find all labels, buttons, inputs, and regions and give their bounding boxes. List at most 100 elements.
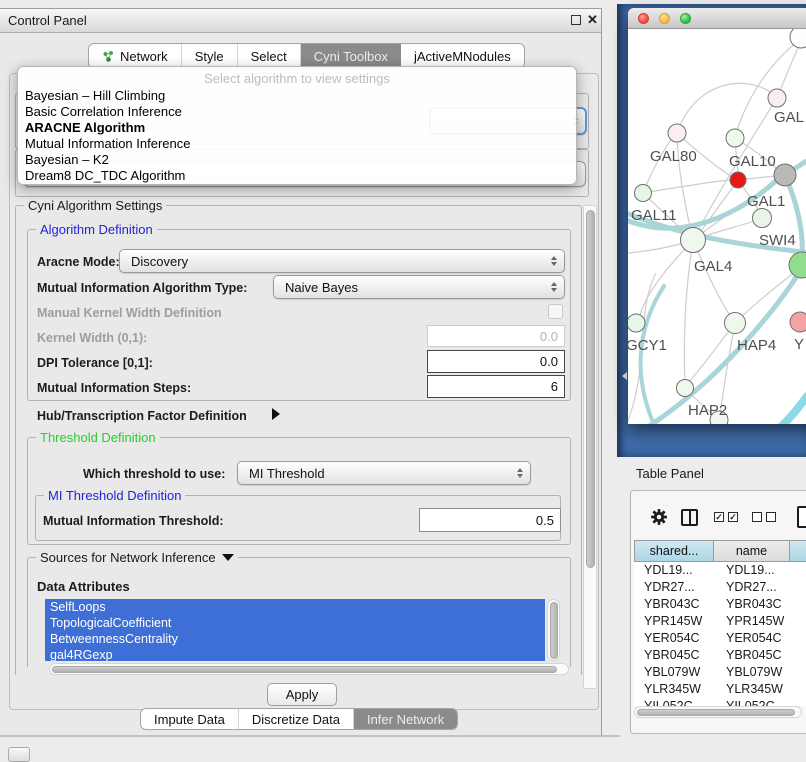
- algorithm-definition-title: Algorithm Definition: [36, 222, 157, 237]
- table-panel-title: Table Panel: [636, 466, 704, 481]
- gear-icon[interactable]: [650, 508, 668, 526]
- table-row[interactable]: YPR145W YPR145W 9.: [634, 613, 806, 630]
- node-hap2[interactable]: [677, 380, 694, 397]
- scrollbar-thumb[interactable]: [586, 210, 595, 568]
- close-traffic-light-icon[interactable]: [638, 13, 649, 24]
- network-canvas[interactable]: GAL GAL80 GAL10 GAL1 GAL11 SWI4 GAL4 GCY…: [628, 29, 806, 424]
- dpi-tolerance-input[interactable]: [427, 350, 565, 373]
- table-row[interactable]: YER054C YER054C 8.: [634, 630, 806, 647]
- mi-threshold-input[interactable]: [419, 508, 561, 532]
- tab-select[interactable]: Select: [238, 44, 301, 68]
- node-gal80[interactable]: [668, 124, 686, 142]
- column-view-icon[interactable]: [681, 509, 698, 526]
- control-panel-window: Control Panel ✕ Network Style Select Cyn…: [0, 8, 602, 736]
- list-item-attribute[interactable]: SelfLoops: [45, 599, 545, 615]
- hub-definition-label: Hub/Transcription Factor Definition: [37, 409, 247, 423]
- column-header-name[interactable]: name: [714, 540, 790, 562]
- tab-infer-network[interactable]: Infer Network: [354, 709, 457, 729]
- table-row[interactable]: YBR045C YBR045C 9.: [634, 647, 806, 664]
- menu-item-algorithm[interactable]: Dream8 DC_TDC Algorithm: [25, 168, 185, 184]
- table-row[interactable]: YBL079W YBL079W: [634, 664, 806, 681]
- cyni-algorithm-settings-title: Cyni Algorithm Settings: [24, 198, 166, 213]
- column-header-shared-name[interactable]: shared...: [634, 540, 714, 562]
- stepper-icon: [551, 256, 557, 266]
- node-gal11[interactable]: [635, 185, 652, 202]
- settings-v-scrollbar[interactable]: [583, 205, 597, 689]
- mi-type-label: Mutual Information Algorithm Type:: [37, 281, 247, 295]
- table-header: shared... name A: [634, 540, 806, 562]
- table-row[interactable]: YIL052C YIL052C 9: [634, 698, 806, 706]
- control-panel-titlebar: Control Panel ✕: [0, 9, 601, 33]
- node-label: GAL80: [650, 148, 697, 165]
- table-row[interactable]: YBR043C YBR043C: [634, 596, 806, 613]
- tab-network-label: Network: [120, 49, 168, 64]
- scrollbar-thumb[interactable]: [550, 602, 558, 659]
- node-hap4[interactable]: [725, 313, 746, 334]
- tab-discretize-data[interactable]: Discretize Data: [239, 709, 354, 729]
- list-item-attribute[interactable]: gal4RGexp: [45, 647, 545, 661]
- node-label: GAL: [774, 109, 804, 126]
- node-salmon[interactable]: [790, 312, 806, 332]
- node-gal4[interactable]: [681, 228, 706, 253]
- node-label: GCY1: [628, 337, 667, 354]
- scrollbar-thumb[interactable]: [637, 709, 795, 716]
- tab-cyni-toolbox[interactable]: Cyni Toolbox: [301, 44, 401, 68]
- mi-type-combobox[interactable]: Naive Bayes: [273, 275, 565, 299]
- node-label: Y: [794, 336, 804, 353]
- scrollbar-thumb[interactable]: [52, 666, 557, 673]
- table-h-scrollbar[interactable]: [634, 706, 802, 718]
- close-icon[interactable]: ✕: [587, 12, 598, 28]
- collapsed-panel-icon[interactable]: [8, 747, 30, 762]
- settings-h-scrollbar[interactable]: [49, 663, 569, 675]
- mi-steps-input[interactable]: [427, 375, 565, 398]
- kernel-width-input[interactable]: [427, 325, 565, 347]
- stepper-icon: [551, 282, 557, 292]
- node-gal1[interactable]: [753, 209, 772, 228]
- mi-threshold-label: Mutual Information Threshold:: [43, 514, 224, 528]
- which-threshold-combobox[interactable]: MI Threshold: [237, 461, 531, 485]
- table-row[interactable]: YDR27... YDR27... 12: [634, 579, 806, 596]
- sources-collapse-arrow-icon[interactable]: [222, 554, 234, 561]
- node-red[interactable]: [730, 172, 746, 188]
- node-gal-cut[interactable]: [768, 89, 786, 107]
- list-item-attribute[interactable]: TopologicalCoefficient: [45, 615, 545, 631]
- screen: Control Panel ✕ Network Style Select Cyn…: [0, 0, 806, 762]
- stepper-icon: [517, 468, 523, 478]
- node-gcy1[interactable]: [628, 314, 645, 332]
- menu-item-algorithm-selected[interactable]: ARACNE Algorithm: [25, 120, 145, 136]
- kernel-width-label: Kernel Width (0,1):: [37, 331, 147, 345]
- float-window-icon[interactable]: [571, 15, 581, 25]
- node-label: HAP2: [688, 402, 727, 419]
- apply-button[interactable]: Apply: [267, 683, 337, 706]
- table-row[interactable]: YLR345W YLR345W 9.: [634, 681, 806, 698]
- node-gal10[interactable]: [726, 129, 744, 147]
- column-header-third[interactable]: A: [790, 540, 806, 562]
- bottom-tabbar: Impute Data Discretize Data Infer Networ…: [140, 708, 458, 730]
- network-window: GAL GAL80 GAL10 GAL1 GAL11 SWI4 GAL4 GCY…: [628, 8, 806, 424]
- aracne-mode-combobox[interactable]: Discovery: [119, 249, 565, 273]
- attribute-list-scrollbar[interactable]: [547, 599, 560, 661]
- mi-type-value: Naive Bayes: [285, 280, 358, 295]
- manual-kernel-checkbox[interactable]: [548, 304, 563, 319]
- node-label: GAL4: [694, 258, 732, 275]
- splitter-collapse-arrow-icon[interactable]: [622, 372, 627, 380]
- node-label: SWI4: [759, 232, 796, 249]
- node-label: HAP4: [737, 337, 776, 354]
- menu-item-algorithm[interactable]: Bayesian – Hill Climbing: [25, 88, 165, 104]
- select-all-columns-icon[interactable]: ✓ ✓: [714, 512, 738, 522]
- table-row[interactable]: YDL19... YDL19... 13: [634, 562, 806, 579]
- document-icon[interactable]: [797, 506, 806, 528]
- hub-expand-arrow-icon[interactable]: [272, 408, 280, 420]
- deselect-all-columns-icon[interactable]: [752, 512, 776, 522]
- tab-impute-data[interactable]: Impute Data: [141, 709, 239, 729]
- tab-style[interactable]: Style: [182, 44, 238, 68]
- menu-item-algorithm[interactable]: Bayesian – K2: [25, 152, 109, 168]
- menu-item-algorithm[interactable]: Mutual Information Inference: [25, 136, 190, 152]
- node-gray[interactable]: [774, 164, 796, 186]
- list-item-attribute[interactable]: BetweennessCentrality: [45, 631, 545, 647]
- tab-jactivemnodules[interactable]: jActiveMNodules: [401, 44, 524, 68]
- tab-network[interactable]: Network: [89, 44, 182, 68]
- minimize-traffic-light-icon[interactable]: [659, 13, 670, 24]
- zoom-traffic-light-icon[interactable]: [680, 13, 691, 24]
- menu-item-algorithm[interactable]: Basic Correlation Inference: [25, 104, 182, 120]
